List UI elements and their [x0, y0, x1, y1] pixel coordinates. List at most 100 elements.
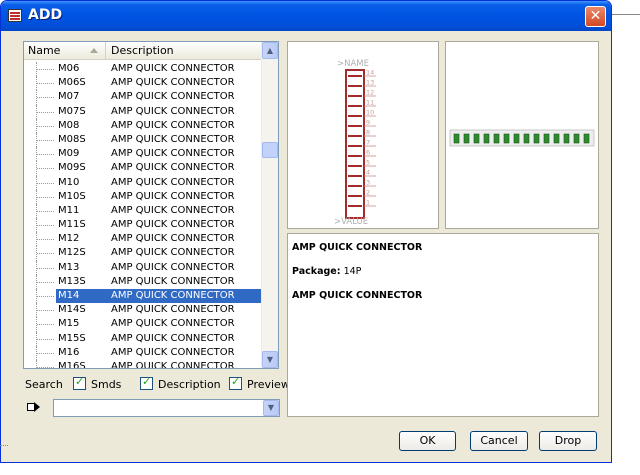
list-item[interactable]: M06S AMP QUICK CONNECTOR	[24, 76, 262, 91]
item-name: M15S	[58, 332, 86, 344]
symbol-preview: >NAME 14 13 12 11 10 9 8 7 6 5 4 3 2 1 >VALUE	[287, 41, 439, 229]
tree-branch	[37, 83, 54, 85]
pin-number: 5	[366, 159, 370, 167]
tree-branch	[37, 210, 54, 212]
command-arrow-icon	[27, 401, 41, 413]
list-item[interactable]: M11S AMP QUICK CONNECTOR	[24, 218, 262, 233]
pin-number: 13	[366, 79, 374, 87]
item-description: AMP QUICK CONNECTOR	[111, 275, 235, 287]
list-item[interactable]: M15 AMP QUICK CONNECTOR	[24, 317, 262, 332]
command-combobox[interactable]: ▼	[53, 399, 280, 417]
list-item[interactable]: M09 AMP QUICK CONNECTOR	[24, 147, 262, 162]
package-value: 14P	[343, 266, 362, 277]
pin-number: 7	[366, 139, 370, 147]
sort-ascending-icon	[90, 48, 98, 53]
title-bar[interactable]: ADD ✕	[1, 1, 611, 31]
ok-button[interactable]: OK	[399, 431, 456, 451]
list-item[interactable]: M08 AMP QUICK CONNECTOR	[24, 118, 262, 133]
pin-number: 8	[366, 129, 370, 137]
item-name: M11	[58, 204, 80, 216]
list-item[interactable]: M11 AMP QUICK CONNECTOR	[24, 203, 262, 219]
package-pad	[543, 133, 550, 144]
item-name: M12S	[58, 247, 86, 259]
item-description: AMP QUICK CONNECTOR	[111, 233, 235, 245]
list-item[interactable]: M07S AMP QUICK CONNECTOR	[24, 104, 262, 119]
tree-branch	[37, 139, 54, 141]
library-tree[interactable]: Name Description M06 AMP QUICK CONNECTOR M…	[23, 41, 279, 369]
tree-branch	[37, 168, 54, 170]
list-item[interactable]: M16S AMP QUICK CONNECTOR	[24, 359, 262, 369]
tree-branch	[37, 182, 54, 184]
item-description: AMP QUICK CONNECTOR	[111, 162, 235, 174]
background-line	[612, 14, 640, 15]
tree-branch	[37, 296, 54, 297]
tree-branch	[37, 352, 54, 354]
tree-branch	[37, 111, 54, 113]
column-header-name[interactable]: Name	[24, 42, 106, 60]
combo-dropdown-button[interactable]: ▼	[263, 400, 279, 416]
preview-checkbox[interactable]	[229, 375, 242, 390]
list-item[interactable]: M13S AMP QUICK CONNECTOR	[24, 274, 262, 289]
symbol-pins: 14 13 12 11 10 9 8 7 6 5 4 3 2 1	[348, 69, 376, 207]
description-checkbox[interactable]	[140, 375, 153, 390]
scroll-thumb[interactable]	[262, 142, 278, 158]
drop-button[interactable]: Drop	[539, 431, 597, 451]
symbol-name-text: >NAME	[337, 59, 369, 69]
list-item[interactable]: M10S AMP QUICK CONNECTOR	[24, 189, 262, 204]
list-item[interactable]: M08S AMP QUICK CONNECTOR	[24, 132, 262, 148]
list-scrollbar[interactable]: ▲ ▼	[261, 42, 278, 368]
add-dialog: ADD ✕ Name Description M06 AMP QUICK CONN…	[0, 0, 612, 463]
item-name: M16	[58, 346, 80, 358]
list-item[interactable]: M09S AMP QUICK CONNECTOR	[24, 161, 262, 176]
smds-checkbox[interactable]	[73, 375, 86, 390]
item-name: M08	[58, 119, 80, 131]
item-description: AMP QUICK CONNECTOR	[111, 304, 235, 316]
close-button[interactable]: ✕	[585, 6, 606, 27]
item-description: AMP QUICK CONNECTOR	[111, 247, 235, 259]
list-item[interactable]: M06 AMP QUICK CONNECTOR	[24, 62, 262, 77]
list-item[interactable]: M16 AMP QUICK CONNECTOR	[24, 345, 262, 360]
item-name: M09S	[58, 162, 86, 174]
item-name: M12	[58, 233, 80, 245]
command-input[interactable]	[56, 401, 256, 415]
tree-branch	[37, 125, 54, 127]
item-description: AMP QUICK CONNECTOR	[111, 190, 235, 202]
list-item[interactable]: M13 AMP QUICK CONNECTOR	[24, 260, 262, 275]
list-item[interactable]: M14S AMP QUICK CONNECTOR	[24, 303, 262, 318]
list-item[interactable]: M07 AMP QUICK CONNECTOR	[24, 90, 262, 105]
smds-label: Smds	[91, 378, 122, 391]
scroll-down-button[interactable]: ▼	[262, 351, 278, 368]
item-name: M14	[58, 290, 80, 301]
item-description: AMP QUICK CONNECTOR	[111, 105, 235, 117]
item-description: AMP QUICK CONNECTOR	[111, 63, 235, 74]
pin-number: 14	[366, 69, 374, 77]
tree-branch	[37, 69, 54, 70]
column-header-description[interactable]: Description	[107, 42, 262, 60]
pin-number: 10	[366, 109, 374, 117]
item-description: AMP QUICK CONNECTOR	[111, 176, 235, 188]
scroll-up-button[interactable]: ▲	[262, 42, 278, 59]
symbol-drawing: >NAME 14 13 12 11 10 9 8 7 6 5 4 3 2 1 >VALUE	[334, 59, 376, 227]
package-outline	[449, 129, 595, 147]
list-item[interactable]: M14 AMP QUICK CONNECTOR	[24, 289, 262, 304]
tree-branch	[37, 310, 54, 312]
package-pad	[513, 133, 520, 144]
list-rows: M06 AMP QUICK CONNECTOR M06S AMP QUICK CONN…	[24, 62, 262, 369]
preview-label: Preview	[247, 378, 290, 391]
item-description: AMP QUICK CONNECTOR	[111, 204, 235, 216]
tree-branch	[37, 196, 54, 198]
list-item[interactable]: M10 AMP QUICK CONNECTOR	[24, 175, 262, 190]
list-item[interactable]: M15S AMP QUICK CONNECTOR	[24, 331, 262, 346]
column-header-name-label: Name	[28, 44, 61, 57]
package-pad	[503, 133, 510, 144]
cancel-button[interactable]: Cancel	[470, 431, 528, 451]
item-description: AMP QUICK CONNECTOR	[111, 360, 235, 369]
pin-number: 4	[366, 169, 370, 177]
list-item[interactable]: M12 AMP QUICK CONNECTOR	[24, 232, 262, 247]
search-label: Search	[25, 378, 63, 391]
item-name: M06S	[58, 77, 86, 89]
list-item[interactable]: M12S AMP QUICK CONNECTOR	[24, 246, 262, 261]
package-pad	[563, 133, 570, 144]
description-panel: AMP QUICK CONNECTOR Package: 14P AMP QUI…	[287, 233, 599, 417]
package-drawing	[449, 129, 595, 147]
